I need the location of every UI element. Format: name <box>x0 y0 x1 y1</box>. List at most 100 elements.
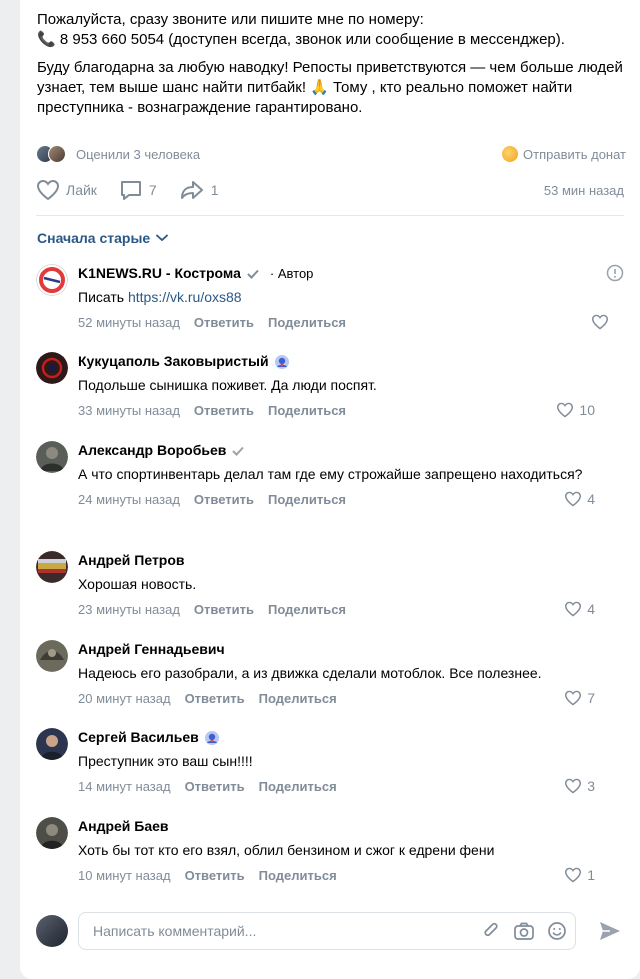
avatar[interactable] <box>36 551 68 583</box>
like-count: 4 <box>587 601 595 617</box>
comments-button[interactable]: 7 <box>119 179 157 201</box>
heart-icon <box>557 402 574 418</box>
post-line-2: 8 953 660 5054 (доступен всегда, звонок … <box>55 31 565 48</box>
like-label: Лайк <box>66 182 97 198</box>
comment-text: А что спортинвентарь делал там где ему с… <box>78 466 583 482</box>
like-count: 1 <box>587 867 595 883</box>
comment-item: Кукуцаполь Заковыристый Подольше сынишка… <box>36 352 626 432</box>
avatar[interactable] <box>36 728 68 760</box>
comment-item: Александр Воробьев А что спортинвентарь … <box>36 441 626 541</box>
sort-label: Сначала старые <box>37 230 151 246</box>
comment-author[interactable]: Александр Воробьев <box>78 441 226 460</box>
verified-icon <box>231 444 245 458</box>
comment-text: Писать https://vk.ru/oxs88 <box>78 287 623 307</box>
verified-icon <box>246 267 260 281</box>
share-comment-button[interactable]: Поделиться <box>268 602 346 617</box>
comment-author[interactable]: Андрей Баев <box>78 817 169 836</box>
comment-time[interactable]: 14 минут назад <box>78 779 171 794</box>
attachment-icon[interactable] <box>481 921 501 941</box>
share-comment-button[interactable]: Поделиться <box>259 779 337 794</box>
comment-like-button[interactable]: 7 <box>564 690 609 706</box>
share-button[interactable]: 1 <box>179 179 219 201</box>
comment-author[interactable]: Андрей Геннадьевич <box>78 640 225 659</box>
reply-button[interactable]: Ответить <box>194 403 254 418</box>
avatar[interactable] <box>36 915 68 947</box>
heart-icon <box>36 179 60 201</box>
reply-button[interactable]: Ответить <box>194 315 254 330</box>
comment-like-button[interactable]: 1 <box>564 867 609 883</box>
share-comment-button[interactable]: Поделиться <box>268 492 346 507</box>
comment-like-button[interactable]: 3 <box>564 778 609 794</box>
comment-time[interactable]: 20 минут назад <box>78 691 171 706</box>
like-count: 10 <box>579 402 595 418</box>
comment-text: Надеюсь его разобрали, а из движка сдела… <box>78 665 542 681</box>
comment-text-prefix: Писать <box>78 289 128 305</box>
comment-text: Хоть бы тот кто его взял, облил бензином… <box>78 842 495 858</box>
liker-avatar[interactable] <box>48 145 66 163</box>
comment-author[interactable]: K1NEWS.RU - Кострома <box>78 264 241 283</box>
comment-time[interactable]: 24 минуты назад <box>78 492 180 507</box>
comment-like-button[interactable]: 10 <box>556 402 609 418</box>
avatar[interactable] <box>36 352 68 384</box>
avatar[interactable] <box>36 264 68 296</box>
send-icon[interactable] <box>598 920 622 942</box>
heart-icon <box>565 601 582 617</box>
comment-time[interactable]: 33 минуты назад <box>78 403 180 418</box>
donut-badge-icon <box>204 730 220 746</box>
comment-author[interactable]: Андрей Петров <box>78 551 185 570</box>
donate-button[interactable]: Отправить донат <box>502 146 626 162</box>
reply-button[interactable]: Ответить <box>194 602 254 617</box>
rated-count[interactable]: Оценили 3 человека <box>76 147 200 162</box>
comment-author[interactable]: Сергей Васильев <box>78 728 199 747</box>
heart-icon <box>591 314 609 330</box>
comment-link[interactable]: https://vk.ru/oxs88 <box>128 289 242 305</box>
reply-button[interactable]: Ответить <box>185 691 245 706</box>
heart-icon <box>565 867 582 883</box>
share-comment-button[interactable]: Поделиться <box>259 868 337 883</box>
like-count: 3 <box>587 778 595 794</box>
post-line-1: Пожалуйста, сразу звоните или пишите мне… <box>37 11 424 28</box>
avatar[interactable] <box>36 817 68 849</box>
reply-button[interactable]: Ответить <box>194 492 254 507</box>
like-count: 4 <box>587 491 595 507</box>
camera-icon[interactable] <box>513 921 535 941</box>
comment-time[interactable]: 52 минуты назад <box>78 315 180 330</box>
post-actions: Лайк 7 1 53 мин назад <box>36 176 624 204</box>
comment-author[interactable]: Кукуцаполь Заковыристый <box>78 352 269 371</box>
comment-like-button[interactable] <box>591 314 609 330</box>
post-card: Пожалуйста, сразу звоните или пишите мне… <box>20 0 640 979</box>
comment-like-button[interactable]: 4 <box>564 601 609 617</box>
info-icon[interactable] <box>606 264 624 282</box>
comment-input[interactable]: Написать комментарий... <box>78 912 576 950</box>
donate-label: Отправить донат <box>523 146 626 162</box>
post-time[interactable]: 53 мин назад <box>544 183 624 198</box>
post-meta-row: Оценили 3 человека Отправить донат <box>36 142 626 166</box>
comment-item: K1NEWS.RU - Кострома · Автор Писать http… <box>36 264 626 344</box>
composer-tools <box>469 921 575 941</box>
donut-badge-icon <box>274 354 290 370</box>
share-comment-button[interactable]: Поделиться <box>268 315 346 330</box>
avatar[interactable] <box>36 640 68 672</box>
sort-dropdown[interactable]: Сначала старые <box>37 230 169 246</box>
reply-button[interactable]: Ответить <box>185 779 245 794</box>
comment-time[interactable]: 23 минуты назад <box>78 602 180 617</box>
comment-like-button[interactable]: 4 <box>564 491 609 507</box>
avatar[interactable] <box>36 441 68 473</box>
post-paragraph-1: Пожалуйста, сразу звоните или пишите мне… <box>37 10 637 50</box>
author-tag-label: Автор <box>277 266 314 281</box>
like-button[interactable]: Лайк <box>36 179 97 201</box>
comment-time[interactable]: 10 минут назад <box>78 868 171 883</box>
share-comment-button[interactable]: Поделиться <box>259 691 337 706</box>
comment-item: Андрей Петров Хорошая новость. 23 минуты… <box>36 551 626 631</box>
comment-text: Хорошая новость. <box>78 576 197 592</box>
heart-icon <box>565 491 582 507</box>
post-text: Пожалуйста, сразу звоните или пишите мне… <box>37 10 637 126</box>
like-count: 7 <box>587 690 595 706</box>
share-comment-button[interactable]: Поделиться <box>268 403 346 418</box>
author-tag: · Автор <box>269 266 314 281</box>
reply-button[interactable]: Ответить <box>185 868 245 883</box>
chevron-down-icon <box>156 234 169 242</box>
comments-count: 7 <box>148 182 157 198</box>
comment-icon <box>120 181 141 200</box>
smile-icon[interactable] <box>547 921 567 941</box>
